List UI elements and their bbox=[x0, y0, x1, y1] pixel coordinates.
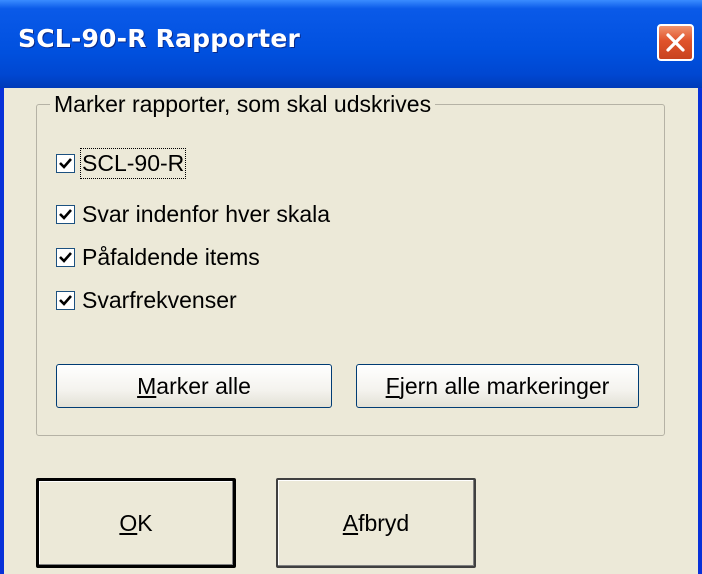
checkbox-label: Påfaldende items bbox=[82, 244, 260, 270]
cancel-label: fbryd bbox=[358, 509, 410, 536]
checkbox-scale-answers[interactable]: Svar indenfor hver skala bbox=[56, 201, 330, 228]
checkmark-icon bbox=[59, 158, 72, 169]
select-all-button[interactable]: Marker alle bbox=[56, 364, 332, 408]
title-bar[interactable]: SCL-90-R Rapporter bbox=[0, 0, 702, 88]
ok-button[interactable]: OK bbox=[36, 478, 236, 568]
checkbox-label: Svarfrekvenser bbox=[82, 287, 237, 313]
groupbox-legend: Marker rapporter, som skal udskrives bbox=[50, 91, 436, 118]
checkmark-icon bbox=[59, 295, 72, 306]
checkbox-box[interactable] bbox=[56, 154, 75, 173]
checkbox-label: Svar indenfor hver skala bbox=[82, 201, 331, 227]
select-all-label: arker alle bbox=[156, 372, 251, 399]
checkmark-icon bbox=[59, 252, 72, 263]
close-icon bbox=[665, 32, 686, 53]
ok-label: K bbox=[137, 509, 153, 536]
checkbox-box[interactable] bbox=[56, 248, 75, 267]
checkbox-box[interactable] bbox=[56, 291, 75, 310]
checkmark-icon bbox=[59, 209, 72, 220]
checkbox-label: SCL-90-R bbox=[79, 148, 187, 179]
close-button[interactable] bbox=[657, 24, 694, 61]
clear-all-access-key: F bbox=[385, 372, 400, 399]
ok-access-key: O bbox=[119, 509, 138, 536]
select-all-access-key: M bbox=[137, 372, 157, 399]
checkbox-scl90r[interactable]: SCL-90-R bbox=[56, 148, 187, 179]
checkbox-notable-items[interactable]: Påfaldende items bbox=[56, 244, 260, 271]
cancel-button[interactable]: Afbryd bbox=[276, 478, 476, 568]
cancel-access-key: A bbox=[342, 509, 359, 536]
clear-all-label: jern alle markeringer bbox=[399, 372, 610, 399]
checkbox-response-frequencies[interactable]: Svarfrekvenser bbox=[56, 287, 237, 314]
checkbox-box[interactable] bbox=[56, 205, 75, 224]
clear-all-button[interactable]: Fjern alle markeringer bbox=[356, 364, 639, 408]
window-title: SCL-90-R Rapporter bbox=[18, 24, 301, 53]
